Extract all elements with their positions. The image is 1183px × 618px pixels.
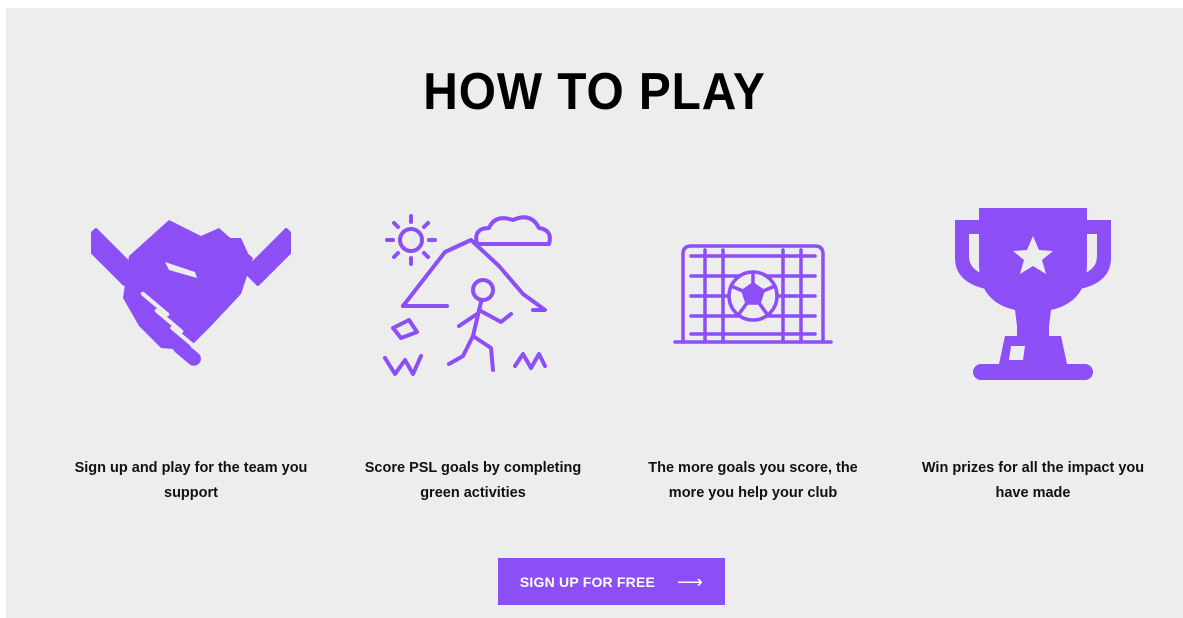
step-card-goals: The more goals you score, the more you h…: [618, 198, 888, 518]
step-text: Sign up and play for the team you suppor…: [74, 460, 308, 501]
soccer-goal-icon: [653, 198, 853, 388]
cta-label: SIGN UP FOR FREE: [519, 573, 656, 590]
step-card-signup: Sign up and play for the team you suppor…: [56, 198, 326, 518]
arrow-right-icon: ⟶: [677, 571, 704, 592]
step-text: Win prizes for all the impact you have m…: [921, 460, 1145, 501]
section-title: HOW TO PLAY: [423, 63, 766, 121]
step-text: Score PSL goals by completing green acti…: [364, 460, 582, 501]
step-card-prizes: Win prizes for all the impact you have m…: [898, 198, 1168, 518]
how-to-play-section: HOW TO PLAY Sign up and play for the tea…: [6, 8, 1183, 618]
handshake-icon: [91, 198, 291, 388]
step-card-activities: Score PSL goals by completing green acti…: [338, 198, 608, 518]
trophy-icon: [933, 198, 1133, 388]
hiking-nature-icon: [373, 198, 573, 388]
step-text: The more goals you score, the more you h…: [648, 460, 858, 501]
sign-up-for-free-button[interactable]: SIGN UP FOR FREE ⟶: [498, 558, 725, 605]
